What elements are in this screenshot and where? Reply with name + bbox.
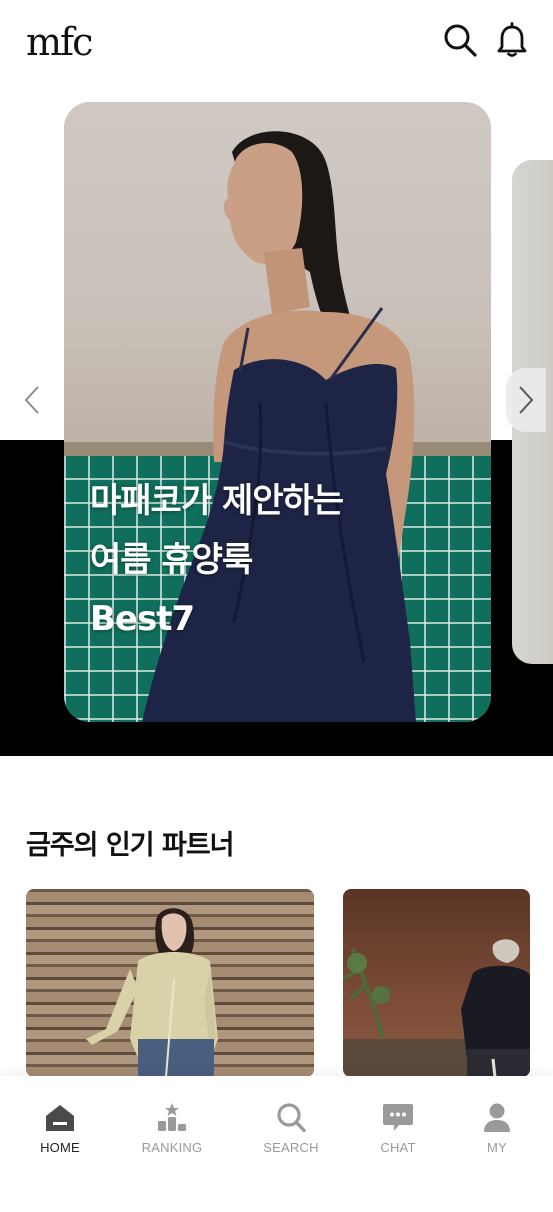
search-icon bbox=[277, 1103, 306, 1133]
app-logo[interactable]: mfc bbox=[26, 18, 93, 66]
nav-ranking[interactable]: RANKING bbox=[127, 1102, 217, 1162]
nav-home[interactable]: HOME bbox=[15, 1102, 105, 1162]
ranking-icon bbox=[158, 1103, 186, 1131]
bottom-navigation-bar: HOME RANKING SEARCH CHAT MY bbox=[0, 1076, 553, 1212]
carousel-next-button[interactable] bbox=[506, 368, 546, 432]
popular-partners-title: 금주의 인기 파트너 bbox=[26, 830, 235, 861]
nav-my-label: MY bbox=[487, 1140, 507, 1155]
search-icon bbox=[444, 24, 477, 57]
hero-banner-card[interactable]: 마패코가 제안하는 여름 휴양룩 Best7 bbox=[64, 102, 491, 722]
nav-search-label: SEARCH bbox=[263, 1140, 319, 1155]
header-notification-button[interactable] bbox=[492, 20, 532, 60]
hero-banner-title: 마패코가 제안하는 여름 휴양룩 Best7 bbox=[90, 472, 480, 649]
hero-banner-carousel[interactable]: 마패코가 제안하는 여름 휴양룩 Best7 bbox=[0, 84, 553, 756]
chat-icon bbox=[383, 1104, 413, 1131]
nav-chat[interactable]: CHAT bbox=[353, 1102, 443, 1162]
nav-ranking-label: RANKING bbox=[141, 1140, 203, 1155]
hero-title-line-1: 마패코가 제안하는 bbox=[90, 481, 344, 521]
carousel-prev-button[interactable] bbox=[14, 368, 50, 432]
chevron-right-icon bbox=[519, 386, 534, 414]
header-search-button[interactable] bbox=[440, 20, 480, 60]
nav-home-label: HOME bbox=[40, 1140, 80, 1155]
partner-card[interactable] bbox=[343, 889, 530, 1077]
home-icon bbox=[46, 1105, 74, 1131]
bell-icon bbox=[497, 22, 527, 57]
nav-my[interactable]: MY bbox=[452, 1102, 542, 1162]
nav-search[interactable]: SEARCH bbox=[246, 1102, 336, 1162]
hero-title-line-2: 여름 휴양룩 bbox=[90, 540, 253, 580]
nav-chat-label: CHAT bbox=[380, 1140, 416, 1155]
chevron-left-icon bbox=[24, 386, 39, 414]
user-icon bbox=[484, 1103, 510, 1132]
partner-card[interactable] bbox=[26, 889, 314, 1077]
partner-model-photo bbox=[86, 908, 218, 1077]
hero-title-line-3: Best7 bbox=[90, 599, 195, 639]
partner-model-photo bbox=[343, 939, 530, 1077]
app-header: mfc bbox=[0, 0, 553, 84]
